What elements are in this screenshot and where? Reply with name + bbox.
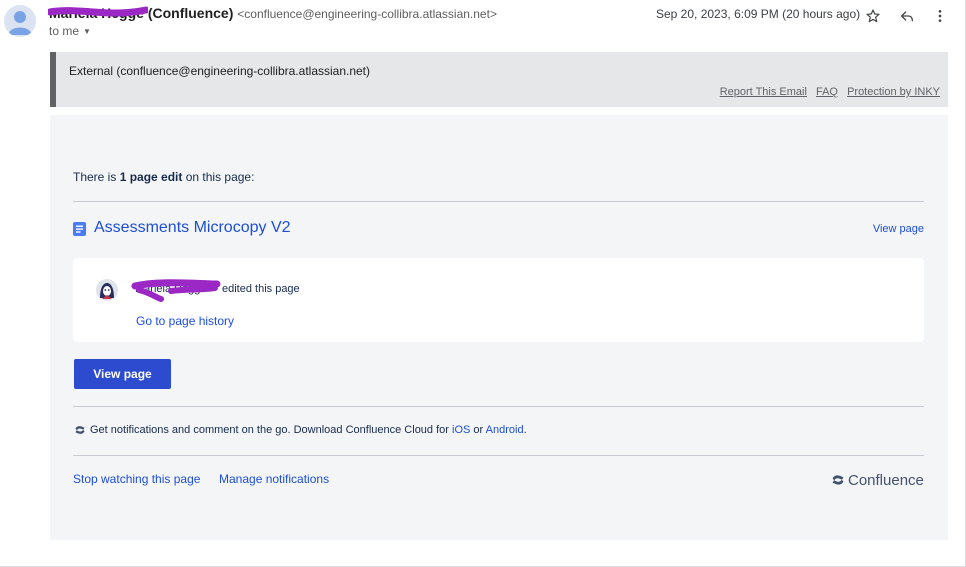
more-options-button[interactable] [929, 5, 951, 27]
confluence-app-icon [75, 426, 85, 434]
email-body: There is 1 page edit on this page: Asses… [50, 115, 948, 540]
stop-watching-link[interactable]: Stop watching this page [73, 472, 200, 486]
star-button[interactable] [862, 5, 884, 27]
ios-link[interactable]: iOS [452, 424, 470, 436]
edit-summary: There is 1 page edit on this page: [73, 170, 254, 184]
inky-protection-link[interactable]: Protection by INKY [847, 86, 940, 98]
email-date: Sep 20, 2023, 6:09 PM (20 hours ago) [656, 7, 861, 21]
divider [73, 455, 924, 456]
recipient-dropdown[interactable]: to me ▼ [49, 24, 91, 38]
more-vert-icon [938, 10, 942, 22]
reply-icon [901, 11, 913, 22]
edited-text: edited this page [222, 283, 300, 295]
view-page-button[interactable]: View page [74, 359, 171, 389]
sender-avatar[interactable] [4, 5, 36, 37]
mobile-app-promo: Get notifications and comment on the go.… [90, 424, 527, 436]
divider [73, 406, 924, 407]
banner-text: External (confluence@engineering-collibr… [69, 64, 371, 78]
page-history-link[interactable]: Go to page history [136, 314, 234, 328]
editor-avatar[interactable] [96, 279, 118, 301]
android-link[interactable]: Android [486, 424, 524, 436]
person-icon [4, 5, 36, 37]
chevron-down-icon: ▼ [83, 27, 91, 36]
promo-text: Get notifications and comment on the go.… [90, 424, 452, 436]
external-sender-banner: External (confluence@engineering-collibr… [50, 52, 948, 107]
faq-link[interactable]: FAQ [816, 86, 838, 98]
summary-suffix: on this page: [182, 170, 255, 184]
banner-links: Report This Email FAQ Protection by INKY [714, 86, 940, 98]
summary-prefix: There is [73, 170, 120, 184]
report-email-link[interactable]: Report This Email [720, 86, 807, 98]
manage-notifications-link[interactable]: Manage notifications [219, 472, 329, 486]
sender-email: <confluence@engineering-collibra.atlassi… [237, 7, 497, 21]
promo-period: . [523, 424, 527, 436]
confluence-brand: Confluence [848, 472, 924, 489]
confluence-logo-icon [832, 475, 844, 485]
redaction-scribble [131, 279, 221, 302]
divider [73, 201, 924, 202]
promo-or: or [470, 424, 486, 436]
page-title-link[interactable]: Assessments Microcopy V2 [94, 219, 291, 237]
redaction-scribble [48, 6, 148, 17]
user-avatar-icon [96, 279, 118, 301]
page-icon [73, 222, 86, 236]
star-icon [866, 9, 880, 23]
reply-button[interactable] [896, 5, 918, 27]
edit-card: Mariela Hegge edited this page Go to pag… [73, 258, 924, 342]
recipient-label: to me [49, 24, 80, 38]
summary-count: 1 page edit [119, 170, 183, 184]
view-page-link[interactable]: View page [873, 223, 924, 235]
